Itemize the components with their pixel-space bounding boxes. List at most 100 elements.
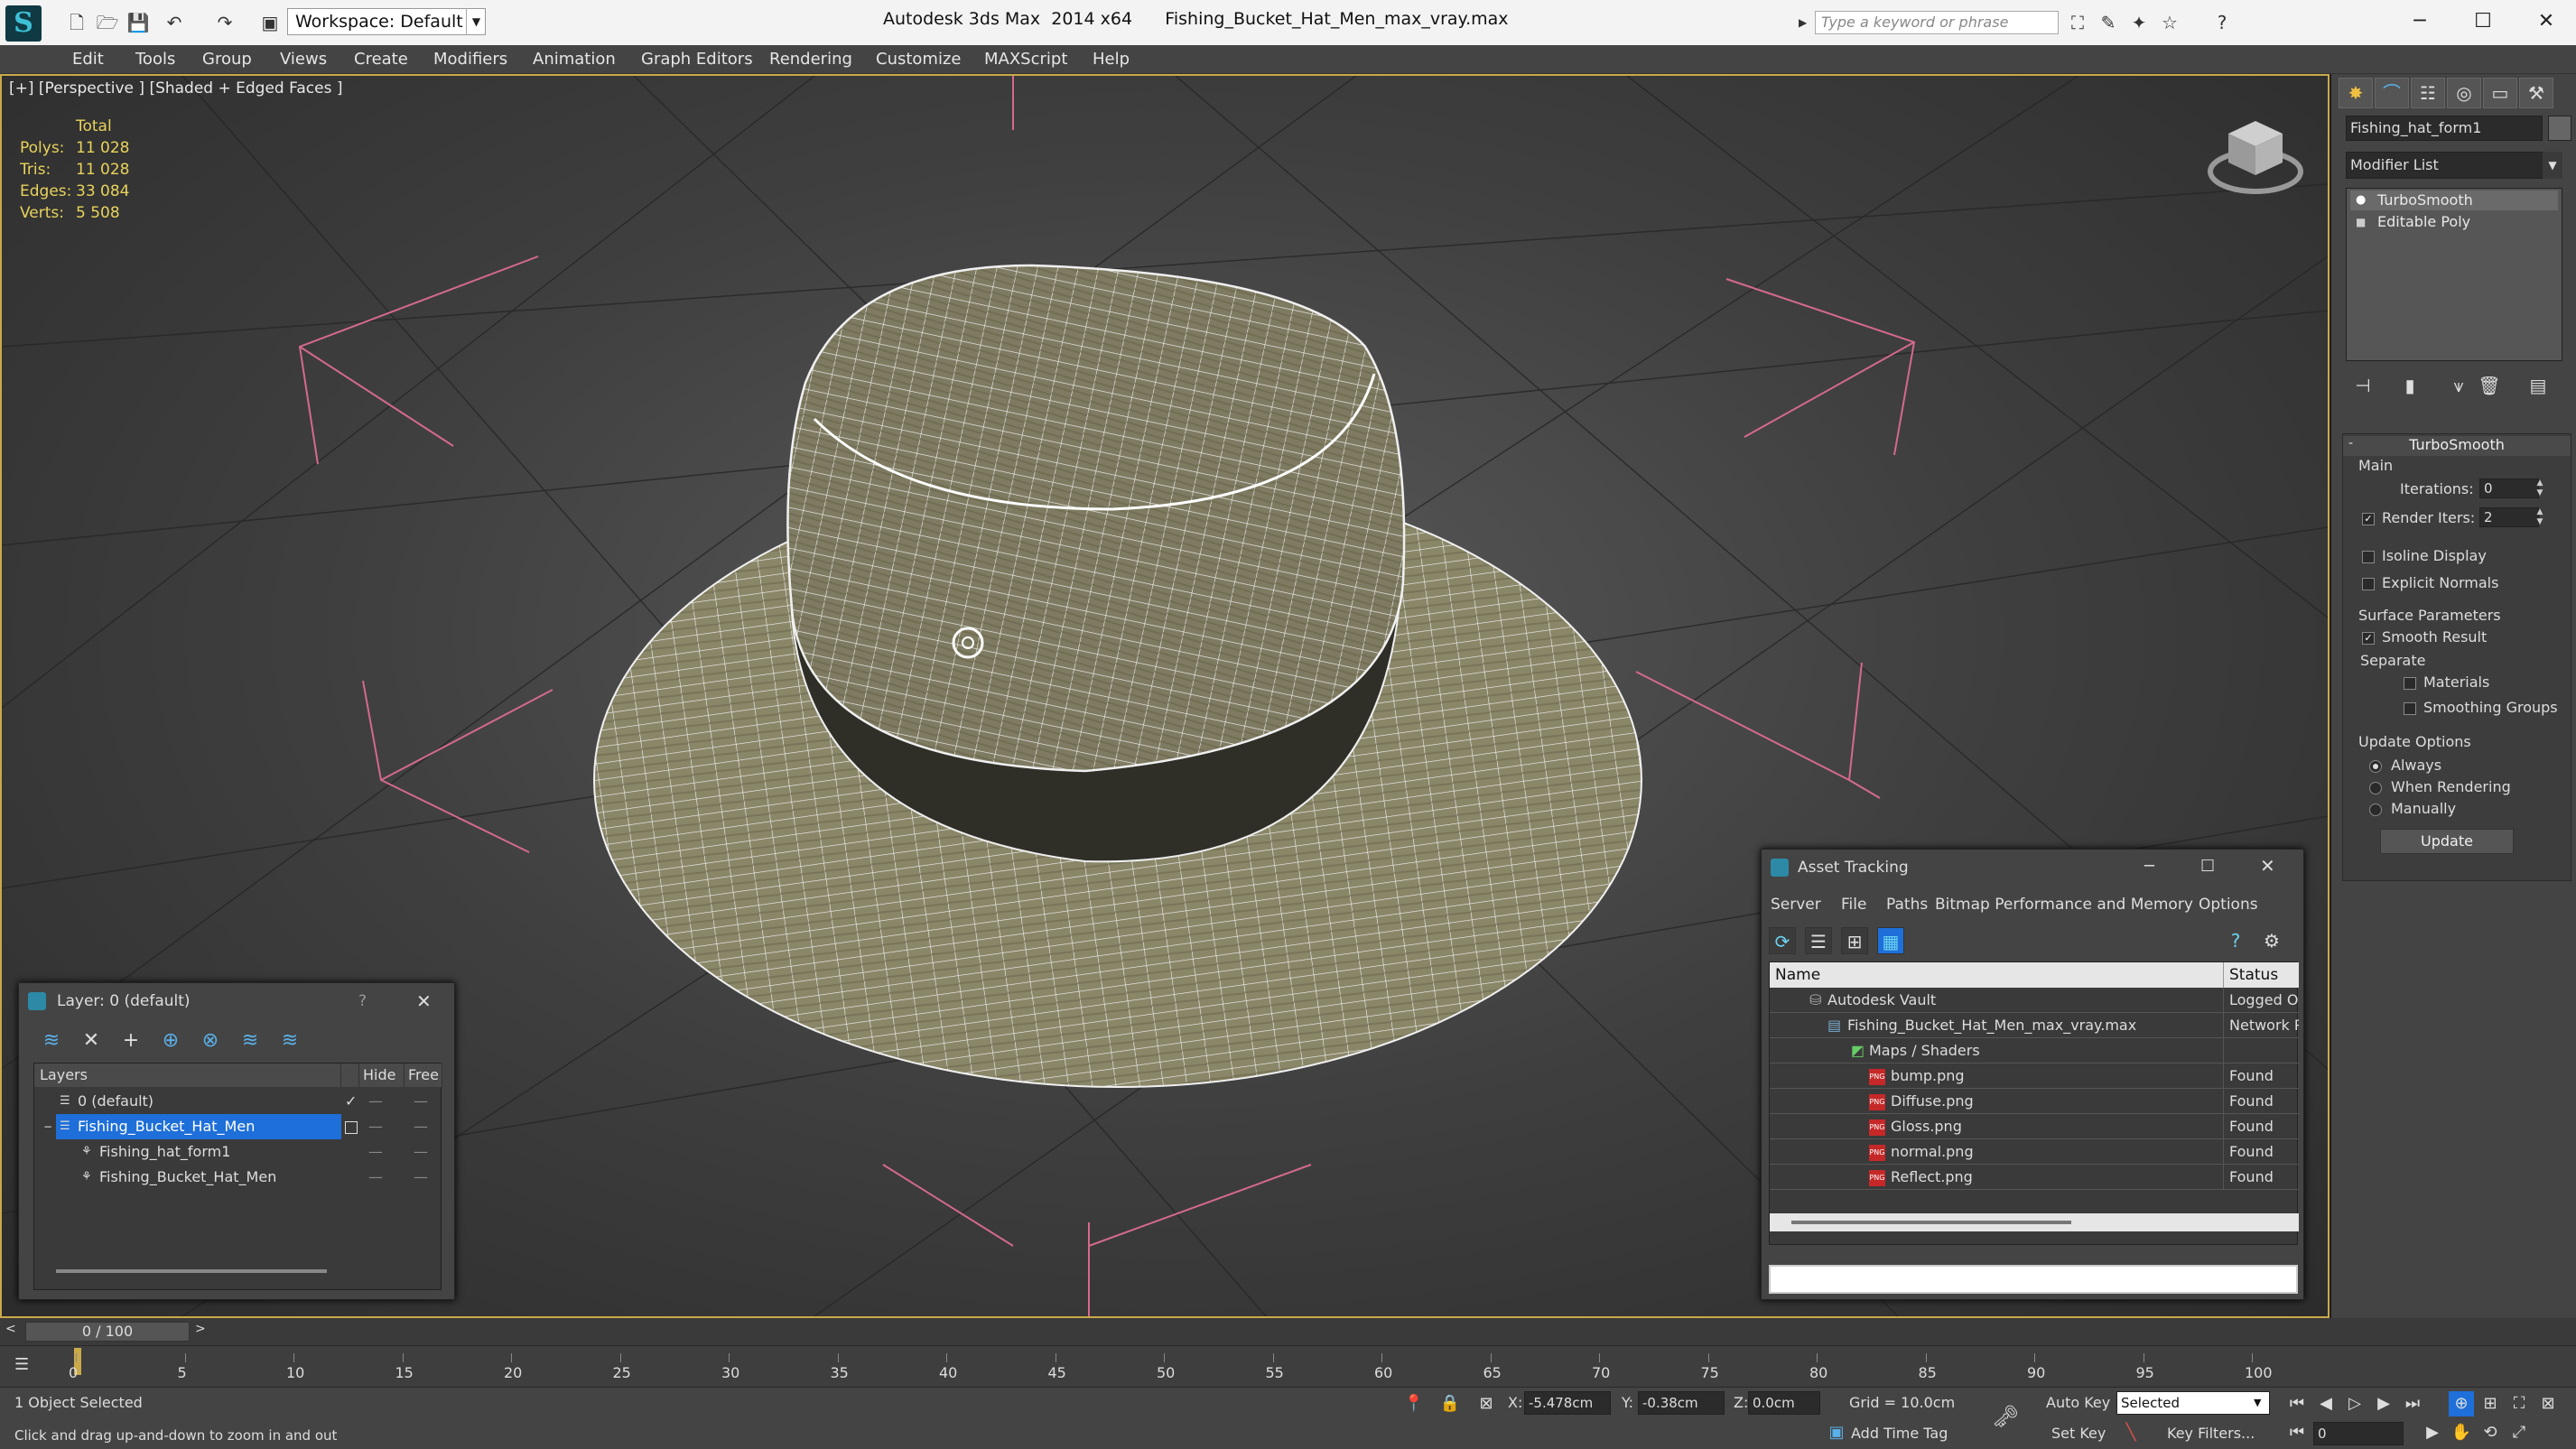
menu-edit[interactable]: Edit — [72, 45, 104, 74]
collapse-icon[interactable]: − — [43, 1114, 52, 1139]
menu-rendering[interactable]: Rendering — [769, 45, 852, 74]
set-key-mode-icon[interactable]: ╲ — [2118, 1420, 2144, 1445]
field-of-view-icon[interactable]: ▶ — [2420, 1420, 2445, 1445]
subscription-icon[interactable]: ✎ — [2097, 11, 2120, 34]
layer-object-row[interactable]: ⚘ Fishing_Bucket_Hat_Men — — — [34, 1165, 442, 1190]
next-key-icon[interactable]: ▶ — [2371, 1391, 2396, 1416]
collapse-icon[interactable]: - — [2348, 436, 2353, 450]
freeze-toggle[interactable]: — — [414, 1089, 428, 1114]
goto-start-icon[interactable]: ⏮ — [2284, 1391, 2310, 1416]
expand-icon[interactable]: ▶ — [1799, 11, 1813, 34]
utilities-tab-icon[interactable]: ⚒ — [2519, 78, 2553, 108]
chevron-down-icon[interactable]: ▼ — [466, 8, 486, 35]
layer-row[interactable]: ☰ 0 (default) ✓ — — — [34, 1089, 442, 1114]
zoom-extents-all-icon[interactable]: ⊠ — [2535, 1391, 2561, 1416]
object-name-field[interactable]: Fishing_hat_form1 — [2346, 116, 2543, 141]
hide-toggle[interactable]: — — [368, 1165, 383, 1190]
expand-plus-icon[interactable]: ■ — [2356, 212, 2366, 232]
horizontal-scrollbar[interactable] — [56, 1269, 327, 1273]
list-view-icon[interactable]: ☰ — [1805, 927, 1832, 954]
menu-group[interactable]: Group — [202, 45, 252, 74]
layer-row-selected[interactable]: − ☰ Fishing_Bucket_Hat_Men — — — [34, 1114, 442, 1139]
col-freeze[interactable]: Free — [405, 1064, 442, 1087]
iterations-spinner[interactable]: 0 — [2479, 478, 2539, 498]
make-unique-icon[interactable]: ⩛ — [2445, 372, 2472, 399]
smoothing-groups-checkbox[interactable] — [2404, 702, 2416, 715]
track-bar[interactable]: ☰ 0 5 10 15 20 25 30 35 40 45 50 55 60 65 70 75 80 85 90 95… — [0, 1345, 2576, 1387]
menu-bitmap-performance[interactable]: Bitmap Performance and Memory — [1935, 893, 2193, 916]
goto-end-icon[interactable]: ⏭ — [2400, 1391, 2425, 1416]
save-icon[interactable]: 💾 — [126, 11, 150, 34]
checkmark-icon[interactable]: ✓ — [345, 1089, 357, 1114]
display-tab-icon[interactable]: ▭ — [2483, 78, 2517, 108]
modify-tab-icon[interactable]: ⌒ — [2375, 78, 2409, 108]
maximize-button[interactable]: ☐ — [2456, 4, 2510, 40]
chevron-down-icon[interactable]: ▼ — [2254, 1391, 2261, 1415]
col-layers[interactable]: Layers — [34, 1064, 341, 1087]
close-icon[interactable]: ✕ — [2260, 855, 2275, 877]
y-coordinate-field[interactable]: -0.38cm — [1638, 1391, 1725, 1415]
rollout-title[interactable]: TurboSmooth — [2343, 436, 2571, 456]
menu-graph-editors[interactable]: Graph Editors — [641, 45, 753, 74]
settings-icon[interactable]: ⚙ — [2258, 927, 2285, 954]
curve-editor-icon[interactable]: ☰ — [14, 1355, 40, 1377]
menu-create[interactable]: Create — [354, 45, 408, 74]
prev-frame-icon[interactable]: < — [5, 1322, 16, 1336]
refresh-icon[interactable]: ⟳ — [1769, 927, 1796, 954]
hide-toggle[interactable]: — — [368, 1114, 383, 1139]
menu-views[interactable]: Views — [280, 45, 327, 74]
auto-key-button[interactable]: Auto Key — [2046, 1391, 2110, 1415]
spinner-arrows-icon[interactable]: ▲ ▼ — [2534, 478, 2546, 498]
pan-icon[interactable]: ✋ — [2449, 1420, 2474, 1445]
tree-view-icon[interactable]: ⊞ — [1841, 927, 1868, 954]
spinner-arrows-icon[interactable]: ▲ ▼ — [2534, 507, 2546, 527]
asset-row[interactable]: PNG Gloss.png Found — [1770, 1114, 2299, 1139]
menu-tools[interactable]: Tools — [135, 45, 175, 74]
asset-row[interactable]: PNG Diffuse.png Found — [1770, 1089, 2299, 1114]
key-filters-button[interactable]: Key Filters... — [2167, 1422, 2255, 1445]
isolate-icon[interactable]: 📍 — [1401, 1391, 1427, 1416]
open-file-icon[interactable]: 🗁 — [96, 11, 119, 34]
render-iters-spinner[interactable]: 2 — [2479, 507, 2539, 527]
chevron-down-icon[interactable]: ▼ — [2543, 152, 2562, 179]
set-key-button[interactable]: Set Key — [2051, 1422, 2106, 1445]
menu-help[interactable]: Help — [1093, 45, 1130, 74]
asset-path-field[interactable] — [1769, 1265, 2298, 1294]
menu-paths[interactable]: Paths — [1886, 893, 1928, 916]
undo-icon[interactable]: ↶ — [163, 11, 186, 34]
help-icon[interactable]: ? — [2210, 11, 2234, 34]
hat-crown[interactable] — [786, 264, 1406, 773]
communication-icon[interactable]: ✦ — [2127, 11, 2151, 34]
binoculars-icon[interactable]: ⛶ — [2066, 11, 2089, 34]
when-rendering-radio[interactable] — [2369, 782, 2382, 794]
close-button[interactable]: ✕ — [2519, 4, 2573, 40]
app-logo-icon[interactable]: S — [5, 5, 42, 42]
stack-item-editable-poly[interactable]: ■ Editable Poly — [2350, 212, 2558, 232]
search-input[interactable]: Type a keyword or phrase — [1815, 11, 2059, 34]
current-frame-field[interactable]: 0 — [2313, 1422, 2404, 1445]
menu-modifiers[interactable]: Modifiers — [433, 45, 507, 74]
freeze-toggle[interactable]: — — [414, 1165, 428, 1190]
show-end-result-icon[interactable]: ▮ — [2396, 372, 2423, 399]
object-color-swatch[interactable] — [2548, 116, 2571, 141]
hide-toggle[interactable]: — — [368, 1139, 383, 1165]
asset-row[interactable]: ⛁ Autodesk Vault Logged Ou — [1770, 988, 2299, 1013]
minimize-button[interactable]: ─ — [2393, 4, 2447, 40]
help-icon[interactable]: ? — [358, 992, 367, 1010]
workspace-dropdown[interactable]: Workspace: Default — [287, 8, 486, 35]
freeze-toggle[interactable]: — — [414, 1139, 428, 1165]
viewport-label[interactable]: [+] [Perspective ] [Shaded + Edged Faces… — [9, 79, 342, 98]
orbit-icon[interactable]: ⟲ — [2478, 1420, 2503, 1445]
modifier-list-dropdown[interactable]: Modifier List — [2346, 152, 2562, 179]
asset-row[interactable]: PNG normal.png Found — [1770, 1139, 2299, 1165]
create-tab-icon[interactable]: ✸ — [2339, 78, 2373, 108]
col-name[interactable]: Name — [1770, 962, 2223, 988]
time-tag-icon[interactable]: ▣ — [1824, 1420, 1849, 1445]
menu-animation[interactable]: Animation — [533, 45, 616, 74]
scrollbar-thumb[interactable] — [1791, 1221, 2071, 1224]
hide-all-icon[interactable]: ≋ — [236, 1026, 265, 1055]
new-file-icon[interactable]: 🗋 — [65, 11, 88, 34]
project-folder-icon[interactable]: ▣ — [258, 11, 282, 34]
select-objects-icon[interactable]: ⊕ — [156, 1026, 185, 1055]
asset-row[interactable]: PNG bump.png Found — [1770, 1064, 2299, 1089]
